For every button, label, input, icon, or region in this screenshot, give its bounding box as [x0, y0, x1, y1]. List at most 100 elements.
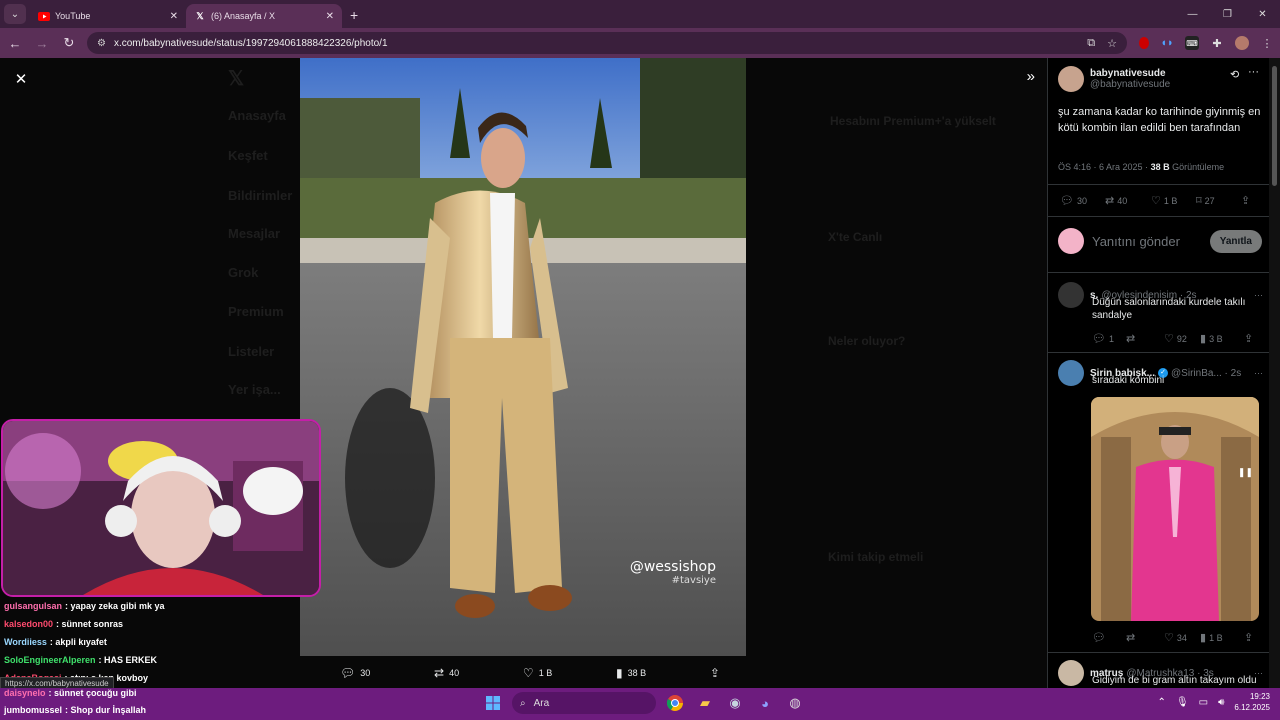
repost-button[interactable]: ⇄: [1126, 332, 1164, 345]
viewer-action-bar: 💬︎ 30 ⇄ 40 ♡ 1 B ▮ 38 B ⇪: [340, 662, 720, 684]
bg-live-title: X'te Canlı: [828, 230, 883, 244]
close-viewer-icon[interactable]: ✕: [10, 68, 32, 90]
author-handle: @babynativesude: [1090, 79, 1171, 90]
extension-red-icon[interactable]: [1139, 37, 1149, 49]
tab-x[interactable]: 𝕏 (6) Anasayfa / X ✕: [186, 4, 342, 28]
bg-premium-title: Hesabını Premium+'a yükselt: [830, 114, 996, 128]
tweet-timestamp[interactable]: ÖS 4:16 · 6 Ara 2025 ·: [1058, 162, 1148, 172]
tweet-author[interactable]: babynativesude @babynativesude: [1058, 66, 1170, 92]
viewer-like-button[interactable]: ♡ 1 B: [523, 666, 552, 680]
more-options-icon[interactable]: ···: [1254, 290, 1263, 300]
view-count: 38 B: [627, 668, 647, 678]
collapse-panel-icon[interactable]: »: [1027, 68, 1035, 85]
reply-avatar[interactable]: [1058, 360, 1084, 386]
new-tab-icon[interactable]: +: [350, 7, 358, 23]
stream-chat-tail: daisynelo: sünnet çocuğu gibi: [0, 684, 300, 720]
browser-menu-icon[interactable]: ⋮: [1260, 36, 1274, 50]
bg-nav-notifications: Bildirimler: [228, 188, 293, 203]
chat-user: SoloEngineerAlperen: [4, 655, 96, 665]
reply-avatar[interactable]: [1058, 282, 1084, 308]
reply-icon: 💬︎: [340, 666, 356, 680]
discord-icon[interactable]: ◕: [754, 692, 776, 714]
forward-icon[interactable]: →: [30, 31, 54, 55]
obs-icon[interactable]: ◍: [784, 692, 806, 714]
reload-icon[interactable]: ↻: [57, 31, 81, 55]
repost-button[interactable]: ⇄ 40: [1105, 194, 1151, 207]
viewer-share-button[interactable]: ⇪: [710, 666, 720, 680]
reply-button[interactable]: 💬︎ 1: [1092, 332, 1126, 345]
profile-avatar-icon[interactable]: [1235, 36, 1249, 50]
grok-icon[interactable]: ⟲: [1230, 68, 1239, 81]
like-button[interactable]: ♡ 1 B: [1151, 194, 1196, 207]
bookmark-star-icon[interactable]: ☆: [1107, 37, 1117, 50]
site-info-icon[interactable]: ⚙: [97, 38, 106, 49]
panel-scrollbar[interactable]: [1269, 58, 1280, 688]
reply-count: 30: [360, 668, 371, 678]
bookmark-button[interactable]: ⌑ 27: [1196, 194, 1241, 207]
like-button[interactable]: ♡ 92: [1164, 332, 1200, 345]
clock-time: 19:23: [1249, 692, 1270, 701]
viewer-views-button[interactable]: ▮ 38 B: [616, 666, 646, 680]
chat-message: SoloEngineerAlperen: HAS ERKEK: [0, 651, 300, 669]
search-placeholder: Ara: [533, 697, 550, 709]
minimize-icon[interactable]: —: [1175, 0, 1210, 28]
viewer-reply-button[interactable]: 💬︎ 30: [340, 666, 370, 680]
network-icon[interactable]: ▭: [1199, 697, 1208, 708]
address-bar[interactable]: ⚙ x.com/babynativesude/status/1997294061…: [87, 32, 1127, 54]
reply-tweet[interactable]: matruş @Matrushka13 · 3s ··· Gidiyim de …: [1058, 660, 1263, 687]
windows-start-icon[interactable]: [482, 692, 504, 714]
volume-icon[interactable]: 🔊︎: [1218, 697, 1224, 708]
install-app-icon[interactable]: ⧉: [1087, 37, 1095, 50]
x-logo-icon: 𝕏: [196, 10, 204, 21]
tab-search-button[interactable]: ⌄: [4, 4, 26, 24]
tweet-panel: babynativesude @babynativesude ⟲ ··· şu …: [1047, 58, 1269, 688]
like-button[interactable]: ♡ 34: [1164, 631, 1200, 644]
file-explorer-icon[interactable]: ▰: [694, 692, 716, 714]
share-button[interactable]: ⇪: [1241, 194, 1250, 207]
tab-youtube[interactable]: YouTube ✕: [30, 4, 186, 28]
tab-title: YouTube: [55, 11, 91, 21]
more-options-icon[interactable]: ···: [1254, 368, 1263, 378]
chat-text: : sünnet sonras: [56, 619, 124, 629]
repost-button[interactable]: ⇄: [1126, 631, 1164, 644]
back-icon[interactable]: ←: [3, 31, 27, 55]
chat-user: daisynelo: [4, 688, 46, 698]
steam-icon[interactable]: ◉: [724, 692, 746, 714]
share-icon: ⇪: [1241, 195, 1251, 207]
extensions-puzzle-icon[interactable]: ✚: [1210, 36, 1224, 50]
reply-submit-button[interactable]: Yanıtla: [1209, 229, 1262, 253]
reply-tweet[interactable]: s. @oylesindenisim · 2s ··· Düğün salonl…: [1058, 282, 1263, 322]
reply-tweet[interactable]: Şirin babişk... ✓ @SirinBa... · 2s ··· s…: [1058, 360, 1263, 387]
extension-audio-icon[interactable]: ◖◗: [1160, 36, 1174, 50]
system-clock[interactable]: 19:23 6.12.2025: [1234, 691, 1270, 713]
bg-nav-explore: Keşfet: [228, 148, 268, 163]
restore-icon[interactable]: ❐: [1210, 0, 1245, 28]
close-window-icon[interactable]: ✕: [1245, 0, 1280, 28]
author-avatar[interactable]: [1058, 66, 1084, 92]
reply-count: 30: [1076, 195, 1087, 206]
reply-button[interactable]: 💬︎ 30: [1060, 194, 1105, 207]
reply-media[interactable]: ❚❚: [1091, 397, 1259, 621]
tray-overflow-icon[interactable]: ⌃: [1158, 697, 1166, 708]
tweet-photo[interactable]: @wessishop #tavsiye: [300, 58, 746, 656]
microphone-icon[interactable]: 🎙︎: [1176, 697, 1189, 708]
reply-input[interactable]: Yanıtını gönder: [1092, 234, 1180, 249]
reply-avatar[interactable]: [1058, 660, 1084, 686]
chrome-icon[interactable]: [664, 692, 686, 714]
share-button[interactable]: ⇪: [1244, 631, 1253, 644]
scrollbar-thumb[interactable]: [1272, 66, 1277, 186]
reply-button[interactable]: 💬︎: [1092, 631, 1126, 644]
views-chart-icon: ▮: [616, 666, 623, 680]
share-icon: ⇪: [1244, 333, 1254, 345]
extension-keyboard-icon[interactable]: ⌨: [1185, 36, 1199, 50]
close-tab-icon[interactable]: ✕: [170, 11, 178, 22]
taskbar-search[interactable]: ⌕ Ara: [512, 692, 656, 714]
share-button[interactable]: ⇪: [1244, 332, 1253, 345]
views-button[interactable]: ▮ 1 B: [1200, 631, 1244, 644]
video-pause-icon[interactable]: ❚❚: [1238, 467, 1253, 478]
views-button[interactable]: ▮ 3 B: [1200, 332, 1244, 345]
viewer-repost-button[interactable]: ⇄ 40: [434, 666, 459, 680]
close-tab-icon[interactable]: ✕: [326, 11, 334, 22]
more-options-icon[interactable]: ···: [1248, 66, 1259, 78]
reply-icon: 💬︎: [1092, 333, 1106, 345]
